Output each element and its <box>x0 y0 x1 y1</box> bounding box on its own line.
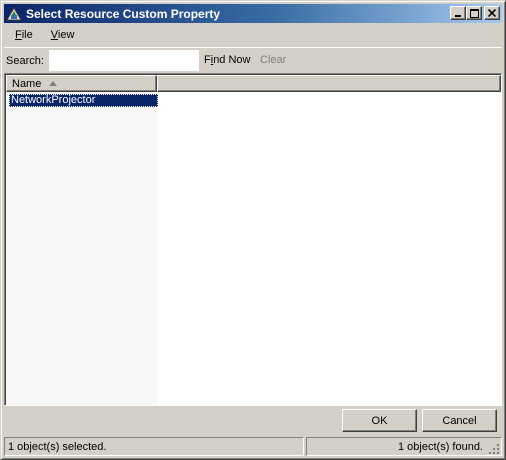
menu-view-accel: V <box>50 29 58 41</box>
menu-view[interactable]: View <box>44 29 82 41</box>
button-row: OK Cancel <box>4 407 502 435</box>
clear-button[interactable]: Clear <box>260 54 286 66</box>
column-header-name-label: Name <box>12 77 42 90</box>
find-now-pre: F <box>204 54 211 66</box>
status-found: 1 object(s) found. <box>306 437 502 456</box>
sort-ascending-icon <box>49 79 58 88</box>
minimize-icon <box>455 15 461 17</box>
menu-file[interactable]: File <box>8 29 40 41</box>
cancel-button[interactable]: Cancel <box>422 409 497 432</box>
maximize-button[interactable] <box>466 6 482 20</box>
column-header-name[interactable]: Name <box>6 75 157 92</box>
list-item-name: NetworkProjector <box>11 94 96 106</box>
column-header-blank[interactable] <box>157 75 501 92</box>
dialog-window: Select Resource Custom Property File Vie… <box>0 0 506 460</box>
title-bar[interactable]: Select Resource Custom Property <box>4 4 502 23</box>
window-title: Select Resource Custom Property <box>26 6 221 21</box>
name-column-background <box>6 92 157 405</box>
status-selected: 1 object(s) selected. <box>4 437 304 456</box>
search-row: Search: Find Now Clear <box>4 47 502 73</box>
menu-view-label: iew <box>57 29 75 41</box>
menu-bar: File View <box>4 25 502 45</box>
status-bar: 1 object(s) selected. 1 object(s) found. <box>4 436 502 457</box>
find-now-rest: nd Now <box>213 54 251 66</box>
title-buttons <box>450 6 500 20</box>
close-button[interactable] <box>484 6 500 20</box>
maximize-icon <box>469 8 479 18</box>
search-label: Search: <box>6 54 44 67</box>
ok-button[interactable]: OK <box>342 409 417 432</box>
size-grip-icon[interactable] <box>488 443 500 455</box>
app-icon[interactable] <box>6 6 22 22</box>
search-input[interactable] <box>49 50 199 71</box>
menu-file-accel: F <box>15 29 22 41</box>
list-header: Name <box>6 75 501 92</box>
list-item[interactable]: NetworkProjector <box>9 94 158 107</box>
results-list[interactable]: Name NetworkProjector <box>4 73 502 406</box>
find-now-button[interactable]: Find Now <box>204 54 250 66</box>
minimize-button[interactable] <box>450 6 466 20</box>
menu-file-label: ile <box>21 29 33 41</box>
close-icon <box>488 9 496 17</box>
